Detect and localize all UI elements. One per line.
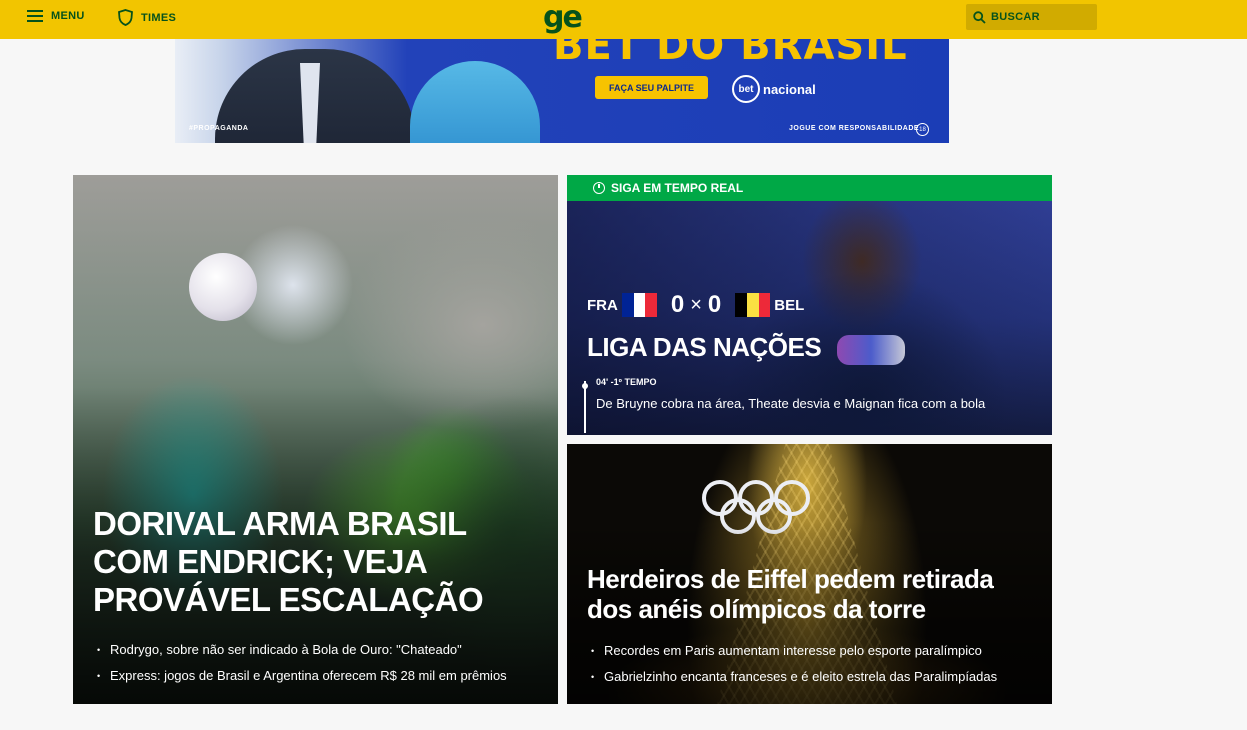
photo-gradient xyxy=(73,175,558,704)
timeline-line xyxy=(582,381,588,433)
away-team: BEL xyxy=(774,296,805,314)
eiffel-story-title[interactable]: Herdeiros de Eiffel pedem retirada dos a… xyxy=(587,564,1027,624)
menu-button[interactable]: MENU xyxy=(27,10,85,22)
away-score: 0 xyxy=(707,291,722,318)
times-button[interactable]: TIMES xyxy=(118,9,176,26)
search-box[interactable]: BUSCAR xyxy=(966,4,1097,30)
ad-cta-button[interactable]: FAÇA SEU PALPITE xyxy=(595,76,708,99)
search-icon xyxy=(973,10,986,24)
france-flag-icon xyxy=(621,293,657,317)
hamburger-icon xyxy=(27,10,43,22)
related-link[interactable]: Gabrielzinho encanta franceses e é eleit… xyxy=(587,664,997,690)
ad-brand-name: nacional xyxy=(763,81,816,97)
live-story-card[interactable]: SIGA EM TEMPO REAL FRA 0 × 0 BEL LIGA DA… xyxy=(567,175,1052,435)
main-story-title[interactable]: DORIVAL ARMA BRASIL COM ENDRICK; VEJA PR… xyxy=(93,505,533,619)
live-story-title[interactable]: LIGA DAS NAÇÕES xyxy=(587,332,822,363)
live-banner-label: SIGA EM TEMPO REAL xyxy=(611,181,744,195)
ad-age-badge: 18 xyxy=(916,123,929,136)
menu-label: MENU xyxy=(51,10,85,22)
eiffel-story-card[interactable]: Herdeiros de Eiffel pedem retirada dos a… xyxy=(567,444,1052,704)
home-team: FRA xyxy=(587,296,618,314)
ge-logo[interactable]: ge xyxy=(543,0,583,36)
main-story-related-list: Rodrygo, sobre não ser indicado à Bola d… xyxy=(93,637,507,689)
live-time: 04' -1º TEMPO xyxy=(596,377,657,387)
eiffel-story-related-list: Recordes em Paris aumentam interesse pel… xyxy=(587,638,997,690)
belgium-flag-icon xyxy=(735,293,771,317)
live-banner: SIGA EM TEMPO REAL xyxy=(567,175,1052,201)
related-link[interactable]: Express: jogos de Brasil e Argentina ofe… xyxy=(93,663,507,689)
scoreboard: FRA 0 × 0 BEL xyxy=(587,291,804,319)
ad-brand-logo: bet nacional xyxy=(732,75,816,103)
related-link[interactable]: Rodrygo, sobre não ser indicado à Bola d… xyxy=(93,637,507,663)
score-separator: × xyxy=(690,293,702,316)
home-score: 0 xyxy=(670,291,685,318)
ad-brand-mark: bet xyxy=(732,75,760,103)
clock-icon xyxy=(593,182,605,194)
live-update-text[interactable]: De Bruyne cobra na área, Theate desvia e… xyxy=(596,396,985,411)
times-label: TIMES xyxy=(141,11,177,24)
ad-banner[interactable]: BET DO BRASIL FAÇA SEU PALPITE bet nacio… xyxy=(175,39,949,143)
main-story-card[interactable]: DORIVAL ARMA BRASIL COM ENDRICK; VEJA PR… xyxy=(73,175,558,704)
search-label: BUSCAR xyxy=(991,11,1040,23)
ad-responsibility: JOGUE COM RESPONSABILIDADE xyxy=(789,125,920,132)
top-navbar: MENU TIMES ge BUSCAR xyxy=(0,0,1247,39)
related-link[interactable]: Recordes em Paris aumentam interesse pel… xyxy=(587,638,997,664)
shield-icon xyxy=(118,9,133,26)
ad-tag: #PROPAGANDA xyxy=(189,125,249,132)
ad-headline: BET DO BRASIL xyxy=(553,39,908,69)
